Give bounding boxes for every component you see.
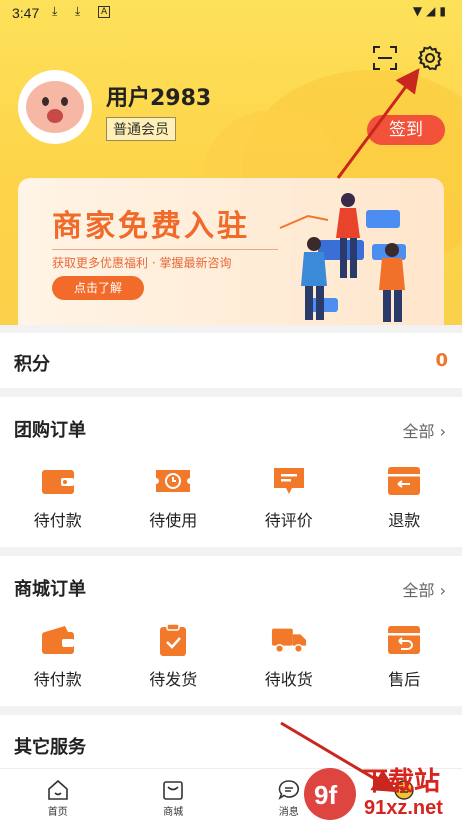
status-time: 3:47 [12, 5, 39, 21]
other-services-title: 其它服务 [14, 733, 86, 759]
banner-divider [52, 249, 278, 250]
group-to-review-label: 待评价 [265, 507, 313, 531]
wallet-icon [40, 622, 76, 658]
mall-orders-card: 商城订单 全部 › 待付款 待发货 待收货 售后 [0, 556, 462, 706]
group-pending-payment-button[interactable]: 待付款 [0, 463, 116, 531]
watermark-logo-text: 9f [314, 780, 337, 810]
download-icon: ⤓ [75, 4, 80, 19]
wallet-icon [40, 463, 76, 499]
watermark-text: 下载站 [362, 767, 440, 797]
download-icon: ⤓ [52, 4, 57, 19]
avatar-face [26, 81, 84, 133]
mall-pending-payment-button[interactable]: 待付款 [0, 622, 116, 690]
group-orders-card: 团购订单 全部 › 待付款 待使用 待评价 退款 [0, 397, 462, 547]
mall-to-ship-button[interactable]: 待发货 [116, 622, 232, 690]
comment-icon [271, 463, 307, 499]
eye [61, 97, 68, 106]
signin-button[interactable]: 签到 [367, 115, 445, 145]
member-level-badge: 普通会员 [106, 117, 176, 141]
group-to-use-button[interactable]: 待使用 [116, 463, 232, 531]
username: 用户2983 [106, 80, 211, 112]
clipboard-check-icon [155, 622, 191, 658]
tab-home[interactable]: 首页 [0, 769, 116, 824]
mall-to-ship-label: 待发货 [149, 666, 197, 690]
mall-after-sales-button[interactable]: 售后 [347, 622, 462, 690]
mall-pending-payment-label: 待付款 [34, 666, 82, 690]
banner-subtitle: 获取更多优惠福利 · 掌握最新咨询 [52, 254, 231, 271]
after-sales-icon [386, 622, 422, 658]
points-label: 积分 [14, 350, 50, 376]
app-notification-icon: A [98, 6, 110, 18]
points-value: 0 [435, 350, 448, 371]
watermark-logo: 9f 下载站 91xz.net [300, 758, 462, 823]
avatar[interactable] [18, 70, 92, 144]
ticket-clock-icon [155, 463, 191, 499]
group-refund-label: 退款 [388, 507, 420, 531]
message-icon [278, 779, 300, 801]
home-icon [47, 779, 69, 801]
status-bar: 3:47 ⤓ ⤓ A ▼◢▮ [0, 0, 462, 26]
truck-icon [271, 622, 307, 658]
banner-illustration [268, 188, 444, 325]
mall-orders-all-link[interactable]: 全部 › [403, 577, 447, 601]
shop-bag-icon [162, 779, 184, 801]
eye [42, 97, 49, 106]
mall-after-sales-label: 售后 [388, 666, 420, 690]
all-label: 全部 [403, 422, 435, 441]
group-orders-title: 团购订单 [14, 416, 86, 442]
profile-header: 3:47 ⤓ ⤓ A ▼◢▮ 用户2983 普通会员 签到 商家免费入驻 获取更… [0, 0, 462, 325]
refund-icon [386, 463, 422, 499]
banner-title: 商家免费入驻 [52, 201, 250, 245]
scan-icon[interactable] [370, 43, 400, 73]
wifi-icon: ▼ [413, 4, 426, 18]
battery-icon: ▮ [439, 4, 450, 18]
watermark-site: 91xz.net [364, 797, 443, 819]
tab-messages-label: 消息 [279, 803, 299, 818]
tab-mall[interactable]: 商城 [116, 769, 232, 824]
mall-to-receive-label: 待收货 [265, 666, 313, 690]
group-orders-all-link[interactable]: 全部 › [403, 418, 447, 442]
mall-orders-title: 商城订单 [14, 575, 86, 601]
group-refund-button[interactable]: 退款 [347, 463, 462, 531]
points-card[interactable]: 积分 0 [0, 333, 462, 388]
tab-home-label: 首页 [48, 803, 68, 818]
merchant-banner[interactable]: 商家免费入驻 获取更多优惠福利 · 掌握最新咨询 点击了解 [18, 178, 444, 325]
all-label: 全部 [403, 581, 435, 600]
group-to-review-button[interactable]: 待评价 [231, 463, 347, 531]
mall-to-receive-button[interactable]: 待收货 [231, 622, 347, 690]
tab-mall-label: 商城 [163, 803, 183, 818]
settings-gear-icon[interactable] [415, 43, 445, 73]
group-pending-payment-label: 待付款 [34, 507, 82, 531]
group-to-use-label: 待使用 [149, 507, 197, 531]
mouth [47, 109, 63, 123]
signal-icon: ◢ [426, 4, 439, 18]
banner-learn-more-button[interactable]: 点击了解 [52, 276, 144, 300]
system-icons: ▼◢▮ [413, 4, 450, 18]
